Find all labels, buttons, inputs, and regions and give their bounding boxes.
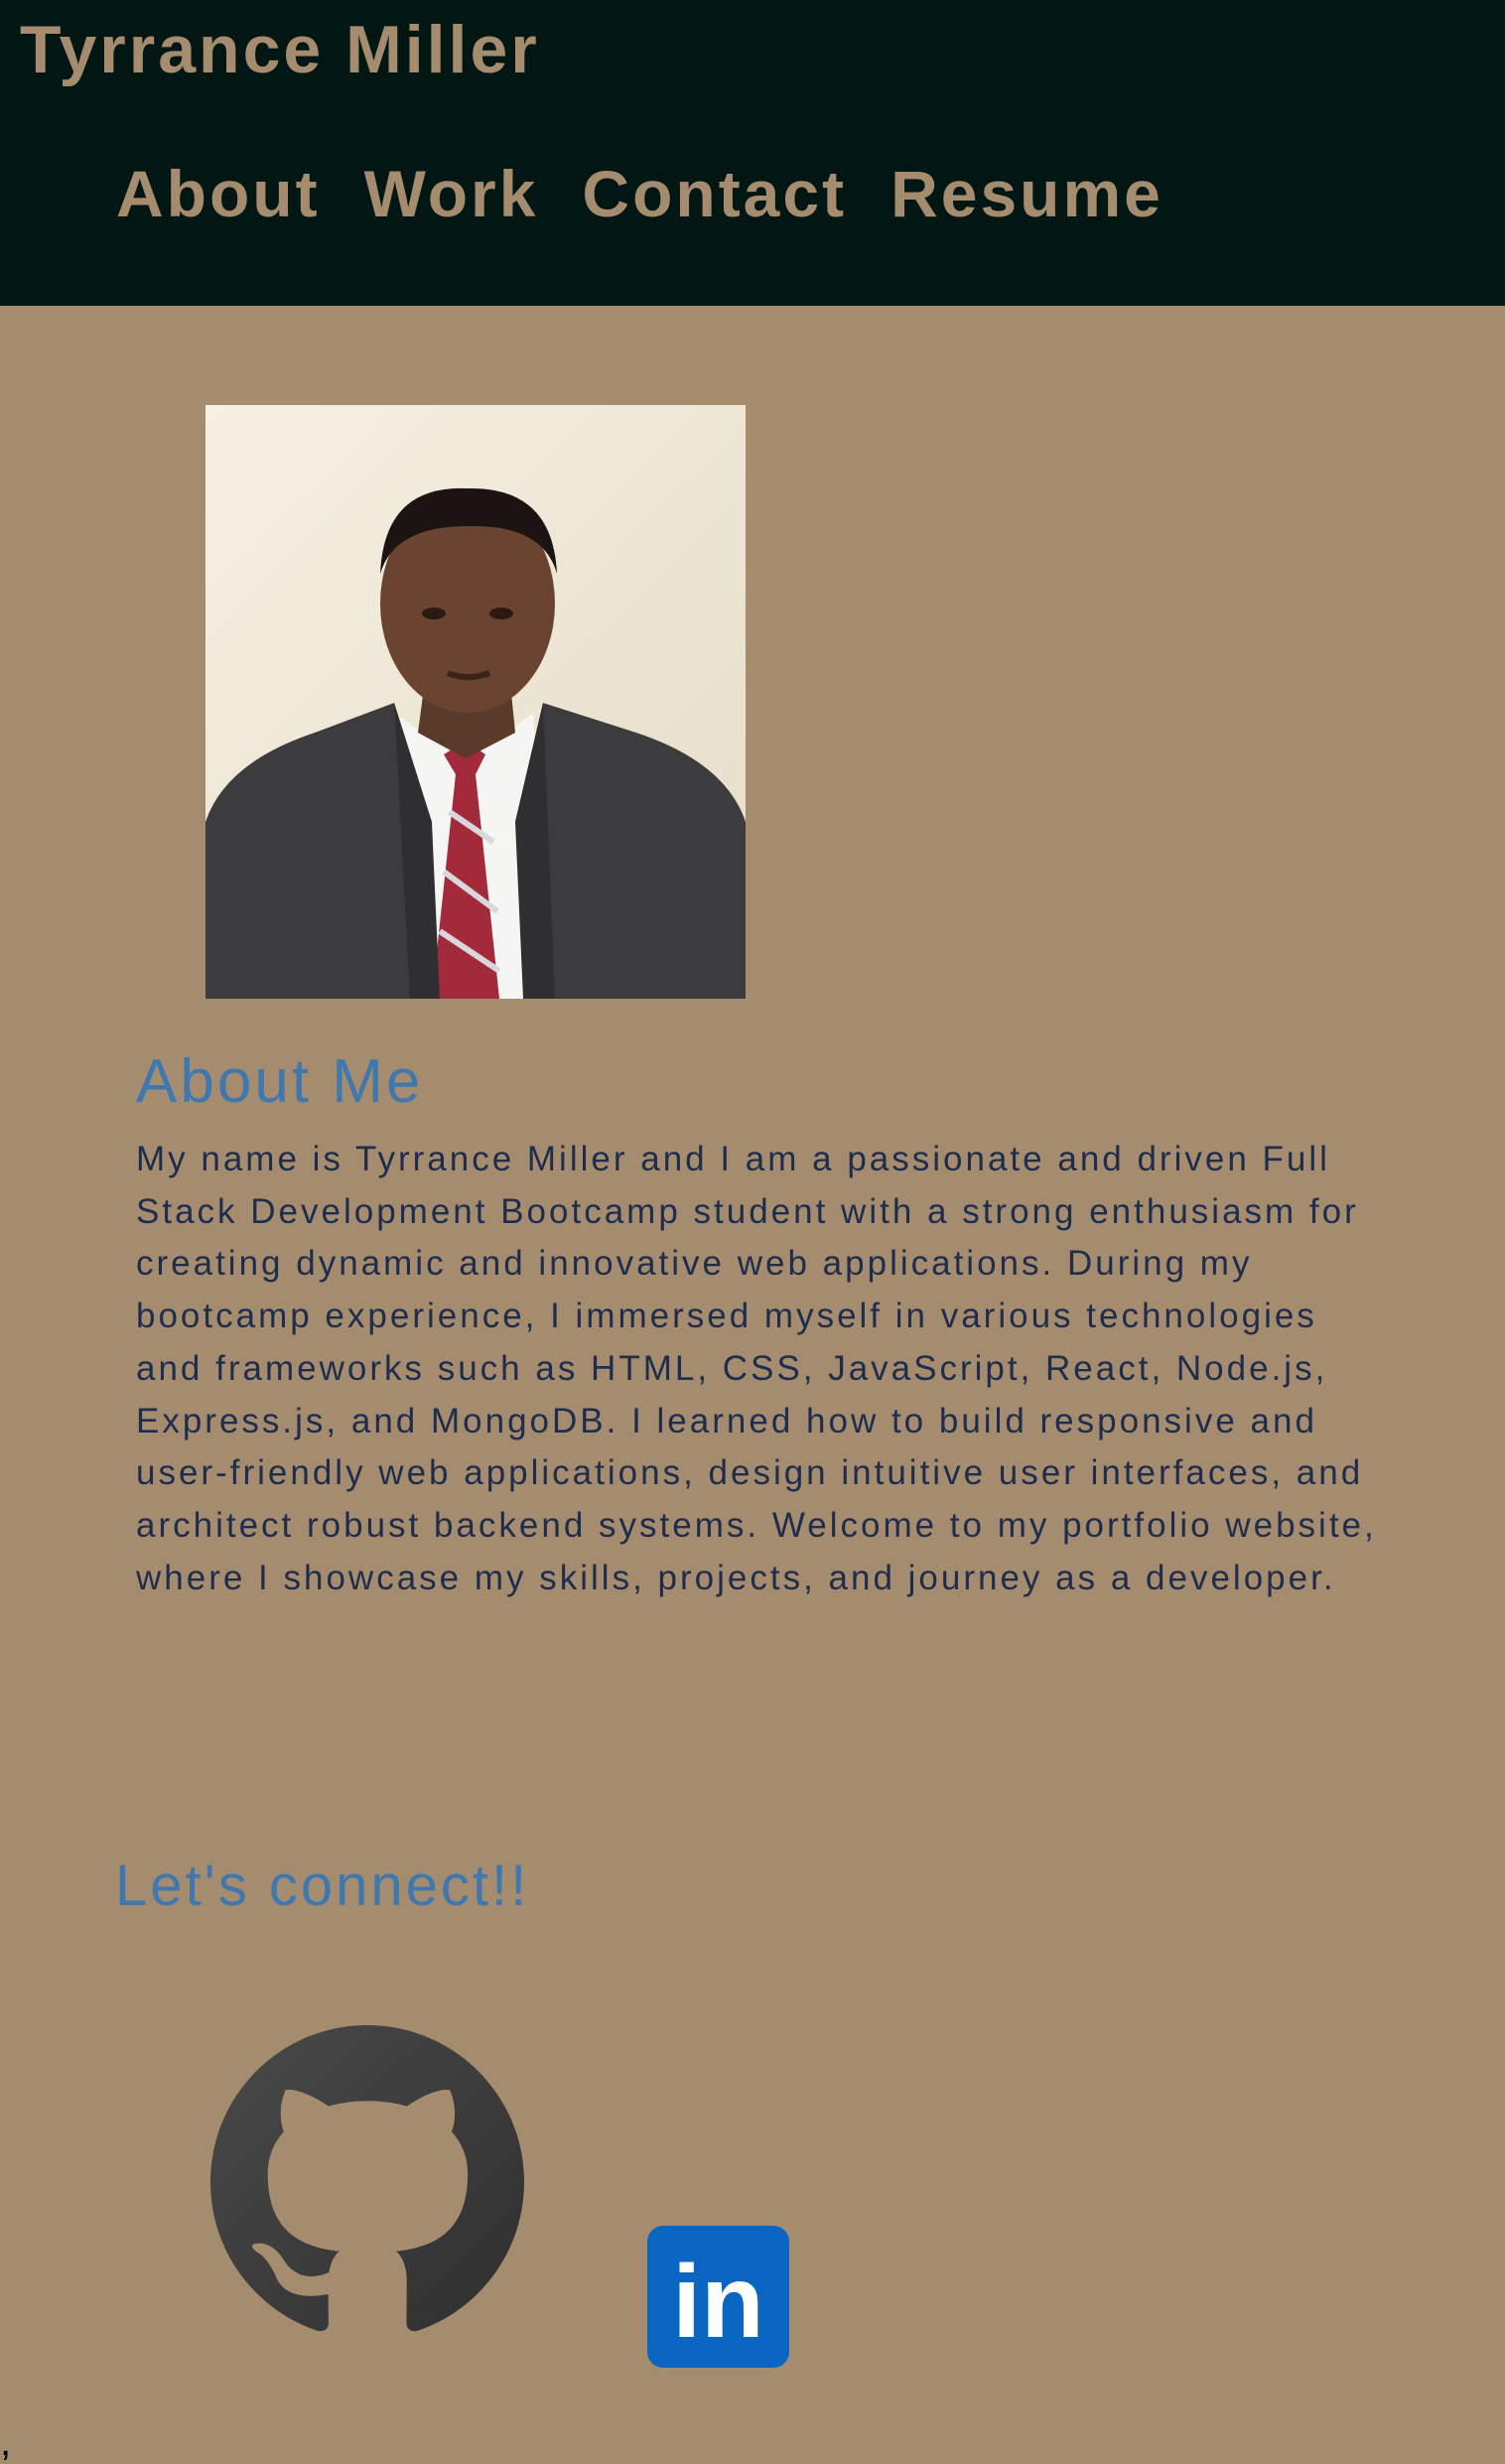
profile-photo [205, 405, 746, 999]
nav-link-resume[interactable]: Resume [890, 149, 1163, 238]
about-body: My name is Tyrrance Miller and I am a pa… [136, 1140, 1377, 1597]
linkedin-icon: in [647, 2226, 789, 2368]
nav-link-work[interactable]: Work [364, 149, 539, 238]
about-heading: About Me [136, 1047, 424, 1116]
github-icon [210, 2025, 524, 2332]
github-link[interactable] [210, 2025, 524, 2339]
profile-photo-illustration [205, 487, 746, 999]
nav-link-contact[interactable]: Contact [582, 149, 847, 238]
linkedin-link[interactable]: in [647, 2226, 789, 2368]
connect-heading: Let's connect!! [115, 1853, 530, 1918]
linkedin-icon-label: in [672, 2245, 763, 2360]
main-nav: About Work Contact Resume [116, 149, 1163, 238]
site-header: Tyrrance Miller About Work Contact Resum… [0, 0, 1505, 306]
site-title: Tyrrance Miller [20, 12, 540, 87]
nav-link-about[interactable]: About [116, 149, 321, 238]
stray-comma: , [0, 2420, 12, 2464]
